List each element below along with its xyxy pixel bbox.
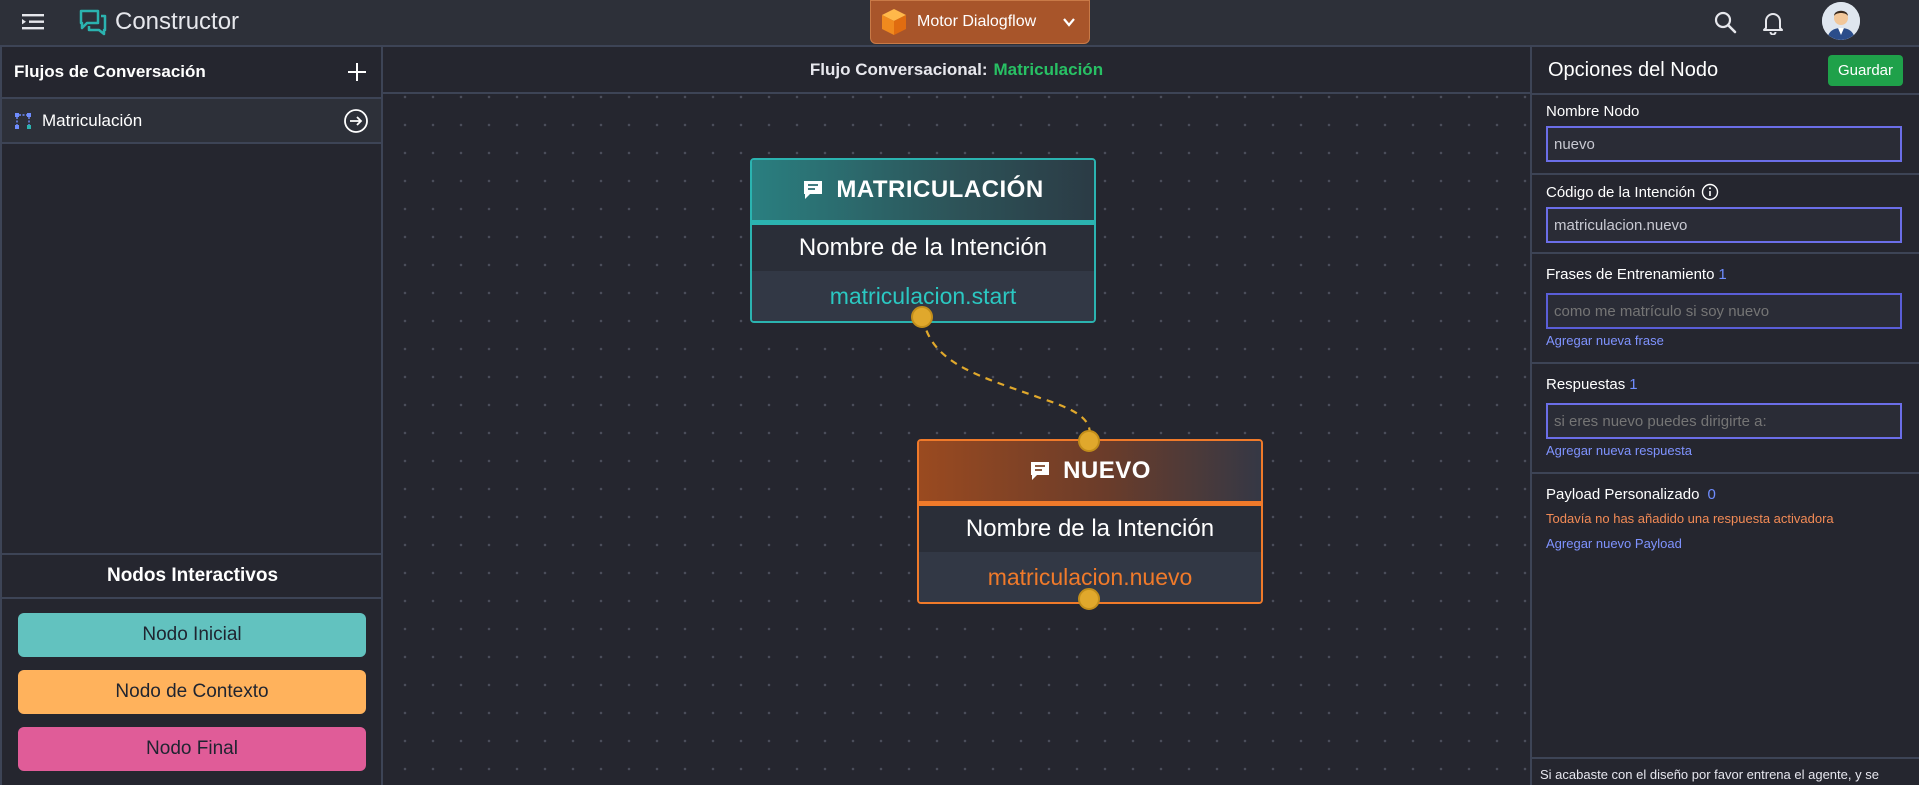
node-options-panel: Opciones del Nodo Guardar Nombre Nodo Có… xyxy=(1530,47,1919,785)
engine-label: Motor Dialogflow xyxy=(917,13,1037,30)
responses-section: Respuestas 1 Agregar nueva respuesta xyxy=(1532,364,1919,474)
intent-code-row: Código de la Intención xyxy=(1546,183,1903,201)
add-phrase-link[interactable]: Agregar nueva frase xyxy=(1546,333,1903,348)
message-icon xyxy=(804,181,823,199)
app-title: Constructor xyxy=(115,8,240,35)
context-node-button[interactable]: Nodo de Contexto xyxy=(18,670,366,714)
flows-header: Flujos de Conversación xyxy=(2,47,381,99)
engine-dropdown[interactable]: Motor Dialogflow xyxy=(870,0,1090,44)
add-flow-icon[interactable] xyxy=(345,60,369,84)
flow-label: Matriculación xyxy=(42,110,143,130)
training-row: Frases de Entrenamiento 1 xyxy=(1546,266,1903,283)
flow-diagram-icon xyxy=(15,112,31,129)
node-name-input[interactable] xyxy=(1546,126,1902,162)
training-count: 1 xyxy=(1718,266,1727,283)
node-header: MATRICULACIÓN xyxy=(752,160,1094,220)
add-response-link[interactable]: Agregar nueva respuesta xyxy=(1546,443,1903,458)
flows-sidebar: Flujos de Conversación Matriculación Nod… xyxy=(0,47,383,785)
responses-count: 1 xyxy=(1629,376,1638,393)
add-payload-link[interactable]: Agregar nuevo Payload xyxy=(1546,536,1903,551)
training-phrase-input[interactable] xyxy=(1546,293,1902,329)
flow-item[interactable]: Matriculación xyxy=(2,99,381,144)
bell-icon[interactable] xyxy=(1760,9,1786,35)
message-icon xyxy=(1031,462,1050,480)
responses-row: Respuestas 1 xyxy=(1546,376,1903,393)
flow-canvas[interactable]: Flujo Conversacional: Matriculación MATR… xyxy=(383,47,1530,785)
flows-title: Flujos de Conversación xyxy=(14,62,206,81)
options-title: Opciones del Nodo xyxy=(1548,58,1719,81)
nodes-title: Nodos Interactivos xyxy=(2,555,383,599)
options-header: Opciones del Nodo Guardar xyxy=(1532,47,1919,95)
node-title: MATRICULACIÓN xyxy=(836,176,1044,203)
interactive-nodes-panel: Nodos Interactivos Nodo Inicial Nodo de … xyxy=(2,553,383,785)
chevron-down-icon xyxy=(1063,18,1075,27)
avatar[interactable] xyxy=(1822,2,1860,40)
arrow-right-circle-icon[interactable] xyxy=(343,108,369,134)
cube-icon xyxy=(882,9,906,35)
node-title: NUEVO xyxy=(1063,457,1151,484)
payload-row: Payload Personalizado 0 xyxy=(1546,486,1903,503)
node-output-handle[interactable] xyxy=(911,306,933,328)
initial-node-button[interactable]: Nodo Inicial xyxy=(18,613,366,657)
intent-code-input[interactable] xyxy=(1546,207,1902,243)
node-matriculacion[interactable]: MATRICULACIÓN Nombre de la Intención mat… xyxy=(750,158,1096,323)
final-node-button[interactable]: Nodo Final xyxy=(18,727,366,771)
responses-label: Respuestas xyxy=(1546,376,1626,393)
response-input[interactable] xyxy=(1546,403,1902,439)
training-label: Frases de Entrenamiento xyxy=(1546,266,1715,283)
menu-icon[interactable] xyxy=(20,10,46,34)
save-button[interactable]: Guardar xyxy=(1827,54,1903,86)
node-output-handle[interactable] xyxy=(1078,588,1100,610)
top-bar: Constructor Motor Dialogflow xyxy=(0,0,1919,47)
info-icon[interactable] xyxy=(1701,183,1719,201)
intent-code-section: Código de la Intención xyxy=(1532,175,1919,254)
chat-logo-icon xyxy=(79,9,107,36)
payload-warning: Todavía no has añadido una respuesta act… xyxy=(1546,511,1834,526)
payload-label: Payload Personalizado xyxy=(1546,486,1700,503)
payload-count: 0 xyxy=(1707,486,1716,503)
node-name-section: Nombre Nodo xyxy=(1532,95,1919,175)
payload-section: Payload Personalizado 0 Todavía no has a… xyxy=(1532,474,1919,551)
node-nuevo[interactable]: NUEVO Nombre de la Intención matriculaci… xyxy=(917,439,1263,604)
node-name-label: Nombre Nodo xyxy=(1546,103,1640,120)
intent-code-label: Código de la Intención xyxy=(1546,183,1696,201)
user-avatar-icon xyxy=(1822,2,1860,40)
training-section: Frases de Entrenamiento 1 Agregar nueva … xyxy=(1532,254,1919,364)
node-input-handle[interactable] xyxy=(1078,430,1100,452)
footer-note: Si acabaste con el diseño por favor entr… xyxy=(1532,757,1919,785)
node-intent-label: Nombre de la Intención xyxy=(752,225,1094,271)
search-icon[interactable] xyxy=(1712,9,1738,35)
node-intent-label: Nombre de la Intención xyxy=(919,506,1261,552)
